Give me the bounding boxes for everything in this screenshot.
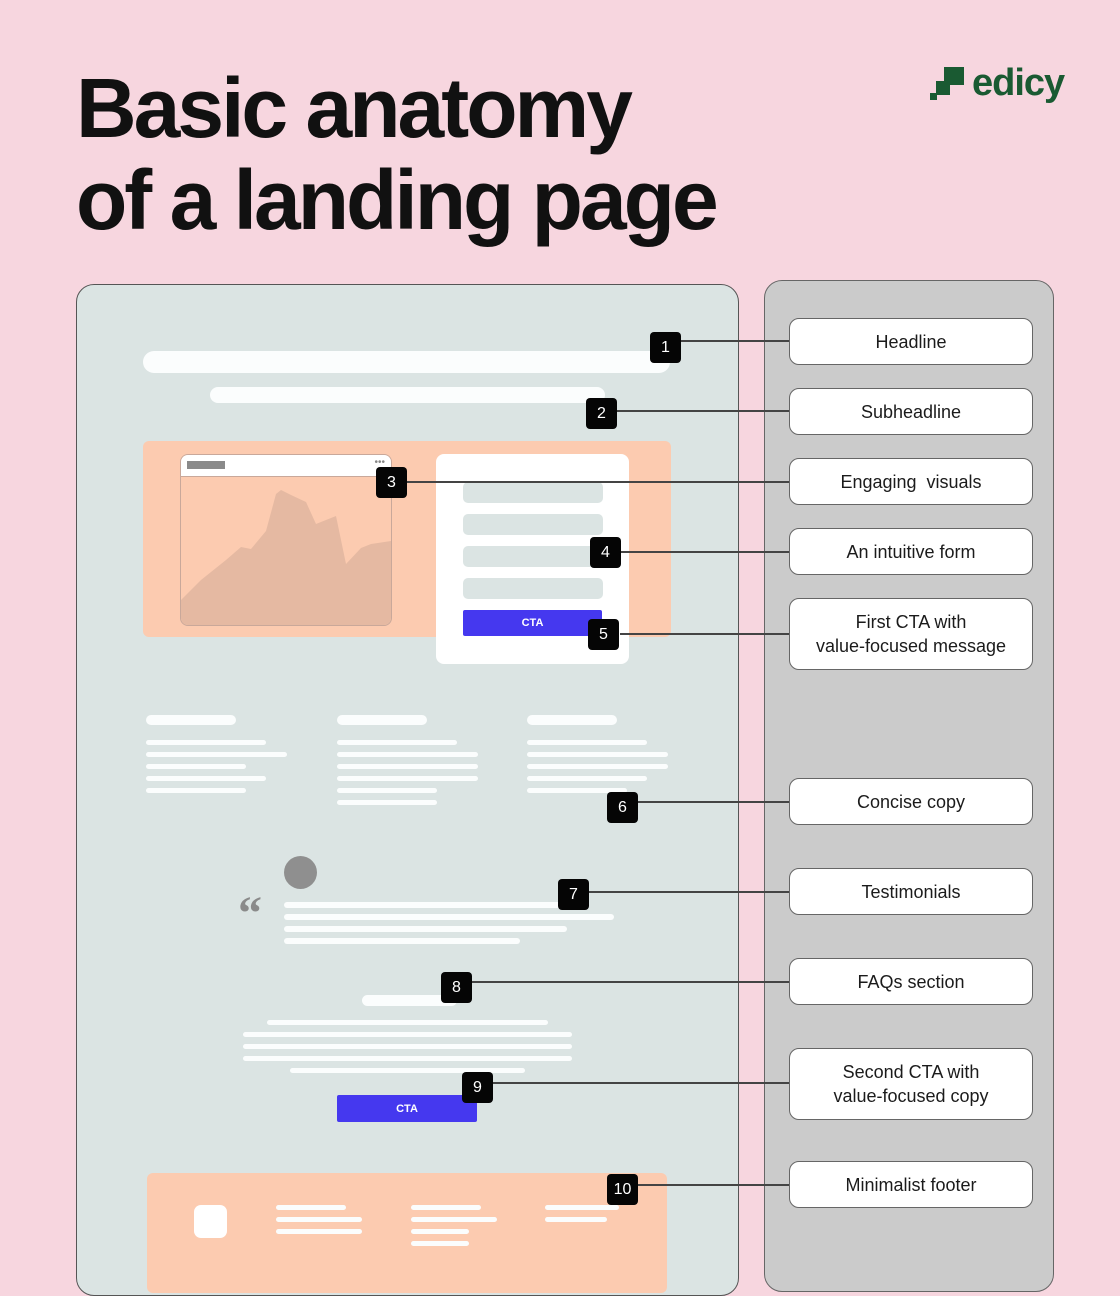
label-minimalist-footer: Minimalist footer — [789, 1161, 1033, 1208]
label-text-line-2: value-focused message — [815, 636, 1007, 656]
label-subheadline: Subheadline — [789, 388, 1033, 435]
testimonial-line — [284, 926, 567, 932]
copy-heading — [337, 715, 427, 725]
footer-link-line — [276, 1217, 362, 1222]
primary-cta-button[interactable]: CTA — [463, 610, 602, 636]
footer-link-line — [276, 1229, 362, 1234]
visual-chart-window: ••• — [180, 454, 392, 626]
footer-link-line — [545, 1205, 619, 1210]
annotation-badge-10: 10 — [607, 1174, 638, 1205]
chart-window-title-placeholder — [187, 461, 225, 469]
label-text-line-1: First CTA with — [855, 612, 967, 632]
copy-line — [146, 764, 246, 769]
copy-line — [527, 752, 668, 757]
label-text: Testimonials — [861, 881, 961, 902]
form-field-2[interactable] — [463, 514, 603, 535]
brand-logo: edicy — [930, 62, 1065, 105]
label-text: FAQs section — [857, 971, 965, 992]
copy-line — [337, 776, 478, 781]
copy-line — [337, 752, 478, 757]
connector-line-3 — [407, 481, 789, 483]
annotation-badge-9: 9 — [462, 1072, 493, 1103]
footer-link-line — [411, 1205, 481, 1210]
faq-line — [267, 1020, 548, 1025]
label-text-line-1: Second CTA with — [842, 1062, 980, 1082]
footer-link-line — [545, 1217, 607, 1222]
copy-line — [527, 776, 647, 781]
copy-line — [527, 764, 668, 769]
connector-line-5 — [620, 633, 789, 635]
copy-line — [337, 740, 457, 745]
copy-line — [337, 764, 478, 769]
annotation-badge-8: 8 — [441, 972, 472, 1003]
connector-line-6 — [638, 801, 789, 803]
page-title: Basic anatomy of a landing page — [76, 61, 719, 247]
title-line-2: of a landing page — [76, 153, 719, 247]
chart-window-titlebar: ••• — [181, 455, 391, 477]
footer-link-line — [276, 1205, 346, 1210]
copy-line — [146, 788, 246, 793]
brand-name: edicy — [972, 62, 1065, 104]
label-first-cta: First CTA with value-focused message — [789, 598, 1033, 670]
footer-link-line — [411, 1217, 497, 1222]
connector-line-4 — [621, 551, 789, 553]
testimonial-line — [284, 938, 520, 944]
label-engaging-visuals: Engaging visuals — [789, 458, 1033, 505]
faq-line — [243, 1044, 572, 1049]
annotation-badge-7: 7 — [558, 879, 589, 910]
label-text: Headline — [875, 331, 947, 352]
label-text: Concise copy — [856, 791, 966, 812]
form-field-3[interactable] — [463, 546, 603, 567]
annotation-badge-6: 6 — [607, 792, 638, 823]
annotation-badge-4: 4 — [590, 537, 621, 568]
label-testimonials: Testimonials — [789, 868, 1033, 915]
copy-line — [527, 740, 647, 745]
annotation-badge-1: 1 — [650, 332, 681, 363]
connector-line-2 — [617, 410, 789, 412]
avatar — [284, 856, 317, 889]
testimonial-line — [284, 902, 574, 908]
headline-placeholder — [143, 351, 670, 373]
label-intuitive-form: An intuitive form — [789, 528, 1033, 575]
label-text: Subheadline — [860, 401, 962, 422]
copy-line — [146, 776, 266, 781]
copy-line — [337, 800, 437, 805]
copy-heading — [527, 715, 617, 725]
copy-heading — [146, 715, 236, 725]
faq-line — [243, 1032, 572, 1037]
label-text: Engaging visuals — [840, 471, 982, 492]
footer-logo-placeholder — [194, 1205, 227, 1238]
label-second-cta: Second CTA with value-focused copy — [789, 1048, 1033, 1120]
label-text: Minimalist footer — [845, 1174, 977, 1195]
connector-line-7 — [589, 891, 789, 893]
footer-link-line — [411, 1229, 469, 1234]
connector-line-8 — [472, 981, 789, 983]
copy-line — [146, 740, 266, 745]
form-field-1[interactable] — [463, 482, 603, 503]
connector-line-9 — [493, 1082, 789, 1084]
label-text-line-2: value-focused copy — [833, 1086, 989, 1106]
label-faqs-section: FAQs section — [789, 958, 1033, 1005]
annotation-badge-5: 5 — [588, 619, 619, 650]
faq-line — [243, 1056, 572, 1061]
footer-link-line — [411, 1241, 469, 1246]
title-line-1: Basic anatomy — [76, 61, 633, 155]
annotation-badge-3: 3 — [376, 467, 407, 498]
connector-line-10 — [638, 1184, 789, 1186]
label-headline: Headline — [789, 318, 1033, 365]
form-field-4[interactable] — [463, 578, 603, 599]
quote-mark-icon: “ — [238, 887, 262, 940]
connector-line-1 — [681, 340, 789, 342]
subheadline-placeholder — [210, 387, 605, 403]
annotation-badge-2: 2 — [586, 398, 617, 429]
label-concise-copy: Concise copy — [789, 778, 1033, 825]
area-chart-graphic — [181, 490, 391, 625]
label-text: An intuitive form — [846, 541, 976, 562]
testimonial-line — [284, 914, 614, 920]
copy-line — [337, 788, 437, 793]
copy-line — [146, 752, 287, 757]
stair-blocks-logo-icon — [930, 66, 964, 100]
secondary-cta-button[interactable]: CTA — [337, 1095, 477, 1122]
